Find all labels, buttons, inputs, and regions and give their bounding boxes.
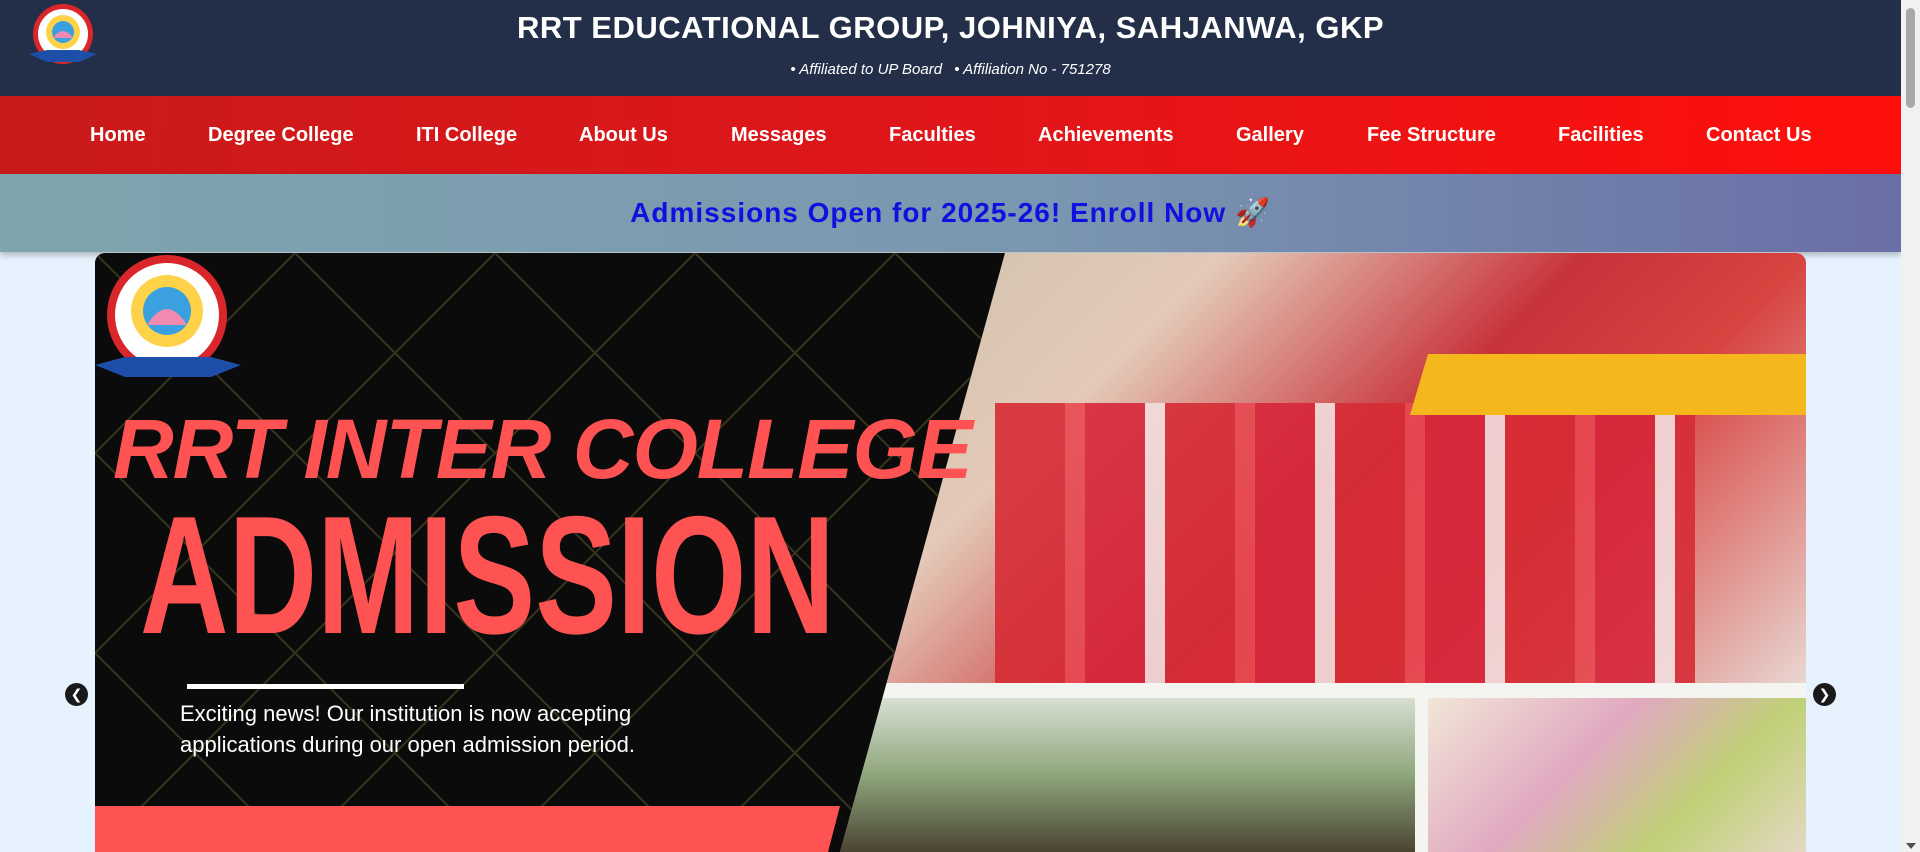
affiliation-number: • Affiliation No - 751278 (954, 61, 1111, 78)
chevron-left-icon: ❮ (70, 686, 83, 702)
admission-banner[interactable]: Admissions Open for 2025-26! Enroll Now … (0, 174, 1901, 252)
slide-description: Exciting news! Our institution is now ac… (180, 701, 635, 757)
site-header: RRT EDUCATIONAL GROUP, JOHNIYA, SAHJANWA… (0, 0, 1901, 96)
scroll-down-arrow-icon[interactable] (1906, 843, 1916, 849)
affiliation-board: • Affiliated to UP Board (790, 61, 943, 78)
affiliation-line: • Affiliated to UP Board • Affiliation N… (0, 61, 1901, 78)
slide-big-word: ADMISSION (140, 481, 836, 669)
nav-iti-college[interactable]: ITI College (416, 96, 517, 174)
hero-slider: RRT INTER COLLEGE ADMISSION Exciting new… (95, 253, 1806, 852)
site-title: RRT EDUCATIONAL GROUP, JOHNIYA, SAHJANWA… (516, 10, 1385, 45)
slide-logo (95, 253, 245, 403)
nav-messages[interactable]: Messages (731, 96, 827, 174)
students-group-photo (995, 403, 1695, 683)
slider-prev-button[interactable]: ❮ (65, 683, 88, 706)
nav-gallery[interactable]: Gallery (1236, 96, 1304, 174)
nav-degree-college[interactable]: Degree College (208, 96, 354, 174)
nav-fee-structure[interactable]: Fee Structure (1367, 96, 1496, 174)
nav-faculties[interactable]: Faculties (889, 96, 976, 174)
nav-home[interactable]: Home (90, 96, 146, 174)
chevron-right-icon: ❯ (1818, 686, 1831, 702)
nav-contact-us[interactable]: Contact Us (1706, 96, 1812, 174)
main-nav: Home Degree College ITI College About Us… (0, 96, 1901, 174)
banner-text[interactable]: Admissions Open for 2025-26! Enroll Now … (0, 196, 1901, 229)
nav-facilities[interactable]: Facilities (1558, 96, 1644, 174)
page-scrollbar[interactable] (1901, 0, 1920, 852)
nav-about-us[interactable]: About Us (579, 96, 668, 174)
scrollbar-thumb[interactable] (1906, 8, 1915, 108)
slider-next-button[interactable]: ❯ (1813, 683, 1836, 706)
yellow-accent-bar (1410, 354, 1806, 415)
nav-achievements[interactable]: Achievements (1038, 96, 1174, 174)
campus-photo (840, 698, 1415, 852)
slide-divider (187, 684, 464, 689)
artwork-photo (1428, 698, 1806, 852)
